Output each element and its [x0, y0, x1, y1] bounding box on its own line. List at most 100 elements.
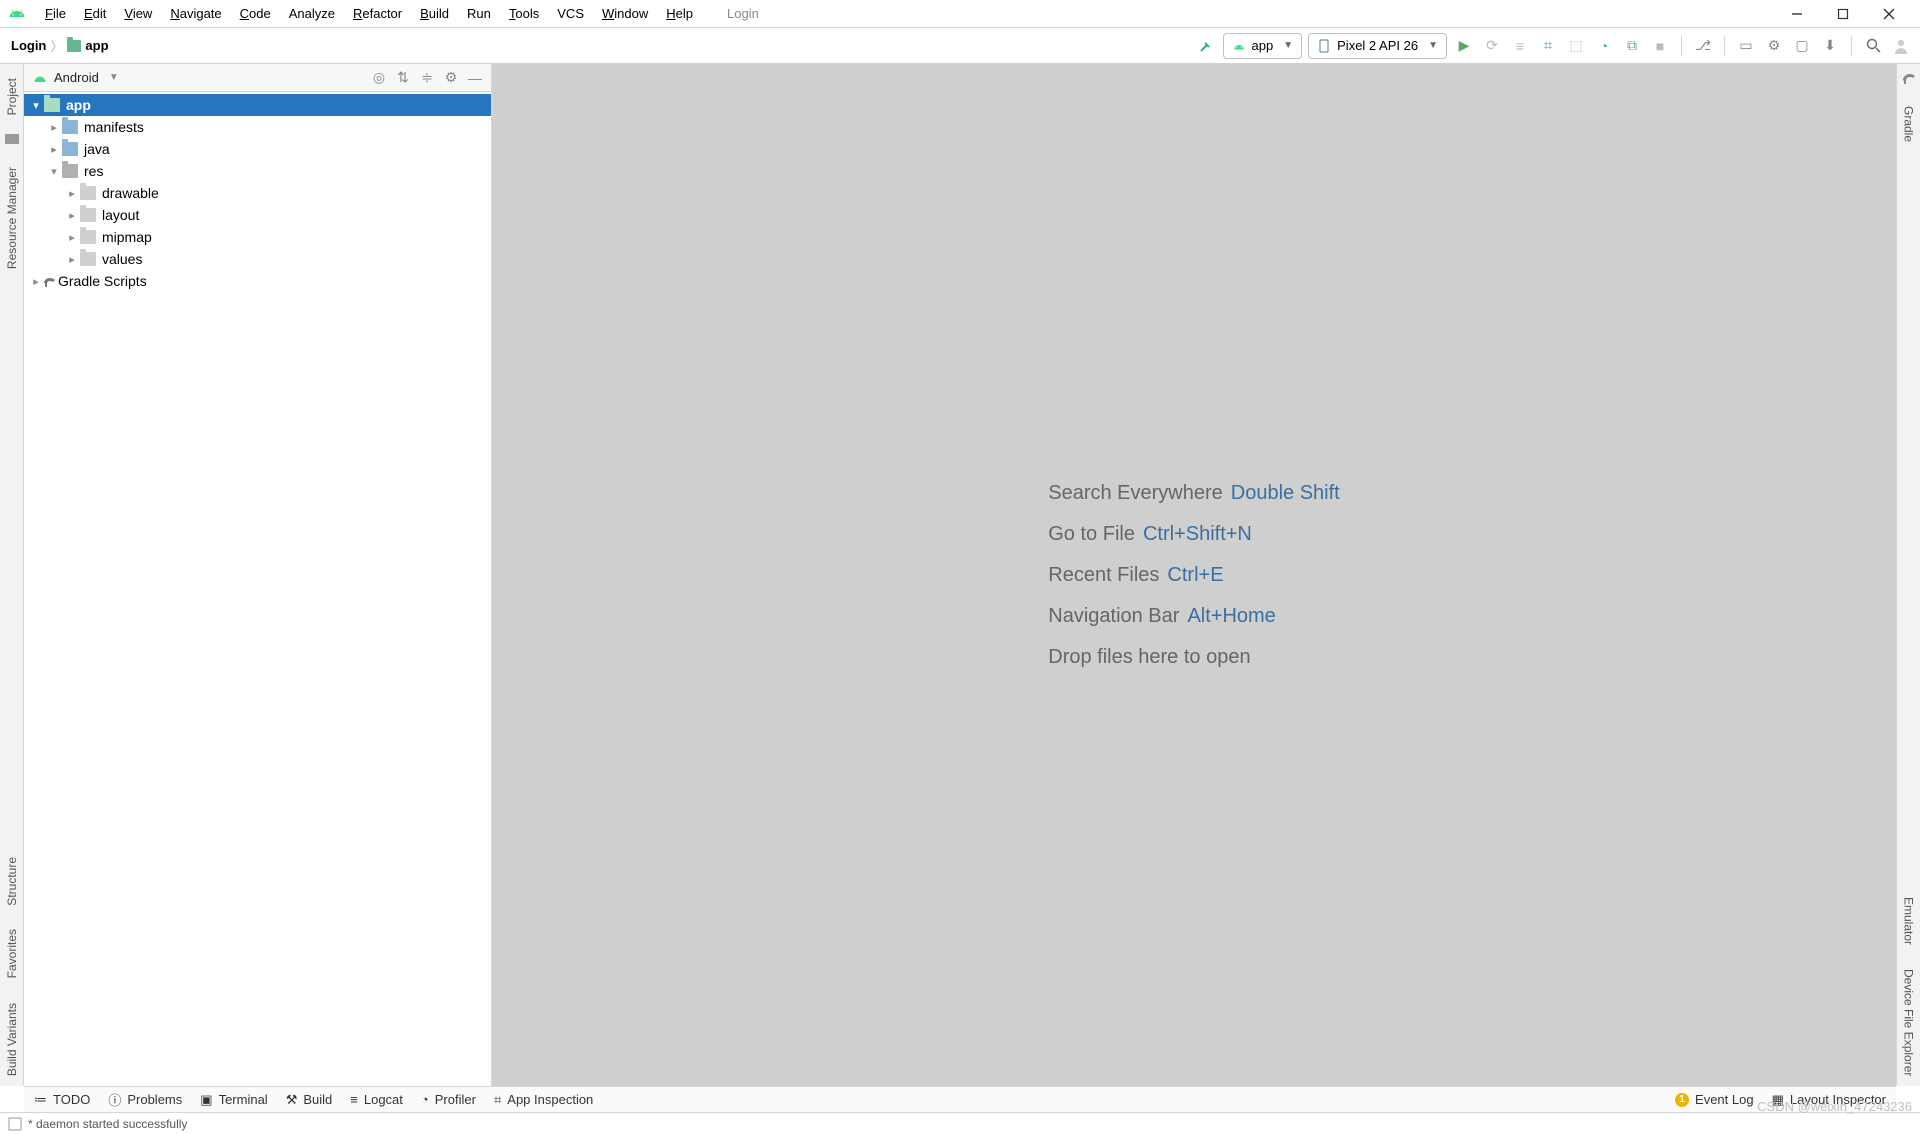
tree-node-java[interactable]: ▸java: [24, 138, 491, 160]
device-selector[interactable]: Pixel 2 API 26 ▼: [1308, 33, 1447, 59]
tip-label: Recent Files: [1048, 564, 1159, 587]
status-icon: [8, 1117, 22, 1131]
attach-debugger-button[interactable]: ⧉: [1621, 35, 1643, 57]
nav-toolbar: Login 〉 app app ▼ Pixel 2 API 26 ▼ ▶ ⟳ ≡…: [0, 28, 1920, 64]
tab-build[interactable]: ⚒Build: [286, 1092, 333, 1108]
gradle-elephant-icon: [42, 274, 58, 288]
tab-app-inspection[interactable]: ⌗App Inspection: [494, 1092, 593, 1108]
gradle-elephant-icon: [1901, 70, 1917, 86]
tool-structure[interactable]: Structure: [3, 847, 21, 916]
tool-project[interactable]: Project: [3, 68, 21, 125]
menu-refactor[interactable]: Refactor: [344, 3, 411, 24]
avd-manager-button[interactable]: ▭: [1735, 35, 1757, 57]
apply-changes-button[interactable]: ⟳: [1481, 35, 1503, 57]
breadcrumb-leaf[interactable]: app: [85, 38, 108, 53]
caret-down-icon: ▼: [109, 72, 119, 83]
tip-label: Search Everywhere: [1048, 482, 1223, 505]
menu-window[interactable]: Window: [593, 3, 657, 24]
debug-button[interactable]: ⌗: [1537, 35, 1559, 57]
tab-profiler[interactable]: ◔Profiler: [421, 1092, 476, 1107]
tree-node-res[interactable]: ▾res: [24, 160, 491, 182]
android-icon: [32, 72, 48, 84]
menu-vcs[interactable]: VCS: [548, 3, 593, 24]
tip-shortcut: Ctrl+E: [1167, 564, 1223, 587]
profiler-button[interactable]: ◔: [1593, 35, 1615, 57]
tree-label: res: [84, 163, 103, 179]
tree-node-gradle-scripts[interactable]: ▸ Gradle Scripts: [24, 270, 491, 292]
run-button[interactable]: ▶: [1453, 35, 1475, 57]
apply-code-button[interactable]: ≡: [1509, 35, 1531, 57]
tab-terminal[interactable]: ▣Terminal: [200, 1092, 267, 1108]
editor-placeholder[interactable]: Search Everywhere Double Shift Go to Fil…: [492, 64, 1896, 1086]
menu-file[interactable]: File: [36, 3, 75, 24]
close-button[interactable]: [1866, 0, 1912, 28]
project-view-selector[interactable]: Android: [54, 70, 99, 85]
breadcrumb[interactable]: Login 〉 app: [8, 36, 109, 55]
coverage-button[interactable]: ⬚: [1565, 35, 1587, 57]
tool-gradle[interactable]: Gradle: [1900, 96, 1918, 152]
device-selector-label: Pixel 2 API 26: [1337, 38, 1418, 53]
device-manager-button[interactable]: ▢: [1791, 35, 1813, 57]
tree-label: drawable: [102, 185, 159, 201]
minimize-button[interactable]: [1774, 0, 1820, 28]
menu-help[interactable]: Help: [657, 3, 702, 24]
quick-tips: Search Everywhere Double Shift Go to Fil…: [1048, 482, 1340, 669]
hammer-back-icon[interactable]: [1195, 35, 1217, 57]
sync-gradle-button[interactable]: ⬇: [1819, 35, 1841, 57]
tool-resource-manager[interactable]: Resource Manager: [3, 157, 21, 279]
separator: [1851, 36, 1852, 56]
sort-icon[interactable]: ⇅: [395, 70, 411, 86]
target-icon[interactable]: ◎: [371, 70, 387, 86]
vcs-button[interactable]: ⎇: [1692, 35, 1714, 57]
sdk-manager-button[interactable]: ⚙: [1763, 35, 1785, 57]
tree-label: manifests: [84, 119, 144, 135]
menu-view[interactable]: View: [115, 3, 161, 24]
menu-tools[interactable]: Tools: [500, 3, 548, 24]
tree-label: app: [66, 97, 91, 113]
bottom-tool-tabs: ≔TODO ⓘProblems ▣Terminal ⚒Build ≡Logcat…: [24, 1086, 1896, 1112]
menu-analyze[interactable]: Analyze: [280, 3, 344, 24]
tree-node-mipmap[interactable]: ▸mipmap: [24, 226, 491, 248]
folder-icon: [4, 131, 20, 147]
menu-navigate[interactable]: Navigate: [161, 3, 230, 24]
project-tree[interactable]: ▾app ▸manifests ▸java ▾res ▸drawable ▸la…: [24, 92, 491, 1086]
breadcrumb-root[interactable]: Login: [11, 38, 46, 53]
stop-button[interactable]: ■: [1649, 35, 1671, 57]
tree-label: java: [84, 141, 110, 157]
tool-device-file-explorer[interactable]: Device File Explorer: [1900, 959, 1918, 1086]
tool-emulator[interactable]: Emulator: [1900, 887, 1918, 955]
tree-node-values[interactable]: ▸values: [24, 248, 491, 270]
tool-build-variants[interactable]: Build Variants: [3, 993, 21, 1086]
tab-problems[interactable]: ⓘProblems: [108, 1090, 182, 1109]
caret-down-icon: ▼: [1283, 40, 1293, 51]
menu-run[interactable]: Run: [458, 3, 500, 24]
module-selector[interactable]: app ▼: [1223, 33, 1303, 59]
tab-todo[interactable]: ≔TODO: [34, 1092, 90, 1108]
left-tool-strip: Project Resource Manager Structure Favor…: [0, 64, 24, 1086]
watermark: CSDN @weixin_47243236: [1757, 1099, 1912, 1114]
tree-node-app[interactable]: ▾app: [24, 94, 491, 116]
tab-event-log[interactable]: 1Event Log: [1675, 1092, 1754, 1107]
device-icon: [1317, 39, 1331, 53]
folder-icon: [67, 40, 81, 52]
menu-edit[interactable]: Edit: [75, 3, 115, 24]
tree-node-manifests[interactable]: ▸manifests: [24, 116, 491, 138]
separator: [1681, 36, 1682, 56]
menu-build[interactable]: Build: [411, 3, 458, 24]
window-title: Login: [727, 6, 759, 21]
gear-icon[interactable]: ⚙: [443, 70, 459, 86]
tip-label: Navigation Bar: [1048, 605, 1179, 628]
filter-icon[interactable]: ≑: [419, 70, 435, 86]
tree-node-drawable[interactable]: ▸drawable: [24, 182, 491, 204]
separator: [1724, 36, 1725, 56]
caret-down-icon: ▼: [1428, 40, 1438, 51]
search-button[interactable]: [1862, 35, 1884, 57]
tab-logcat[interactable]: ≡Logcat: [350, 1092, 403, 1107]
user-avatar[interactable]: [1890, 35, 1912, 57]
badge-icon: 1: [1675, 1093, 1689, 1107]
tree-node-layout[interactable]: ▸layout: [24, 204, 491, 226]
hide-icon[interactable]: —: [467, 70, 483, 86]
menu-code[interactable]: Code: [231, 3, 280, 24]
tool-favorites[interactable]: Favorites: [3, 919, 21, 988]
maximize-button[interactable]: [1820, 0, 1866, 28]
